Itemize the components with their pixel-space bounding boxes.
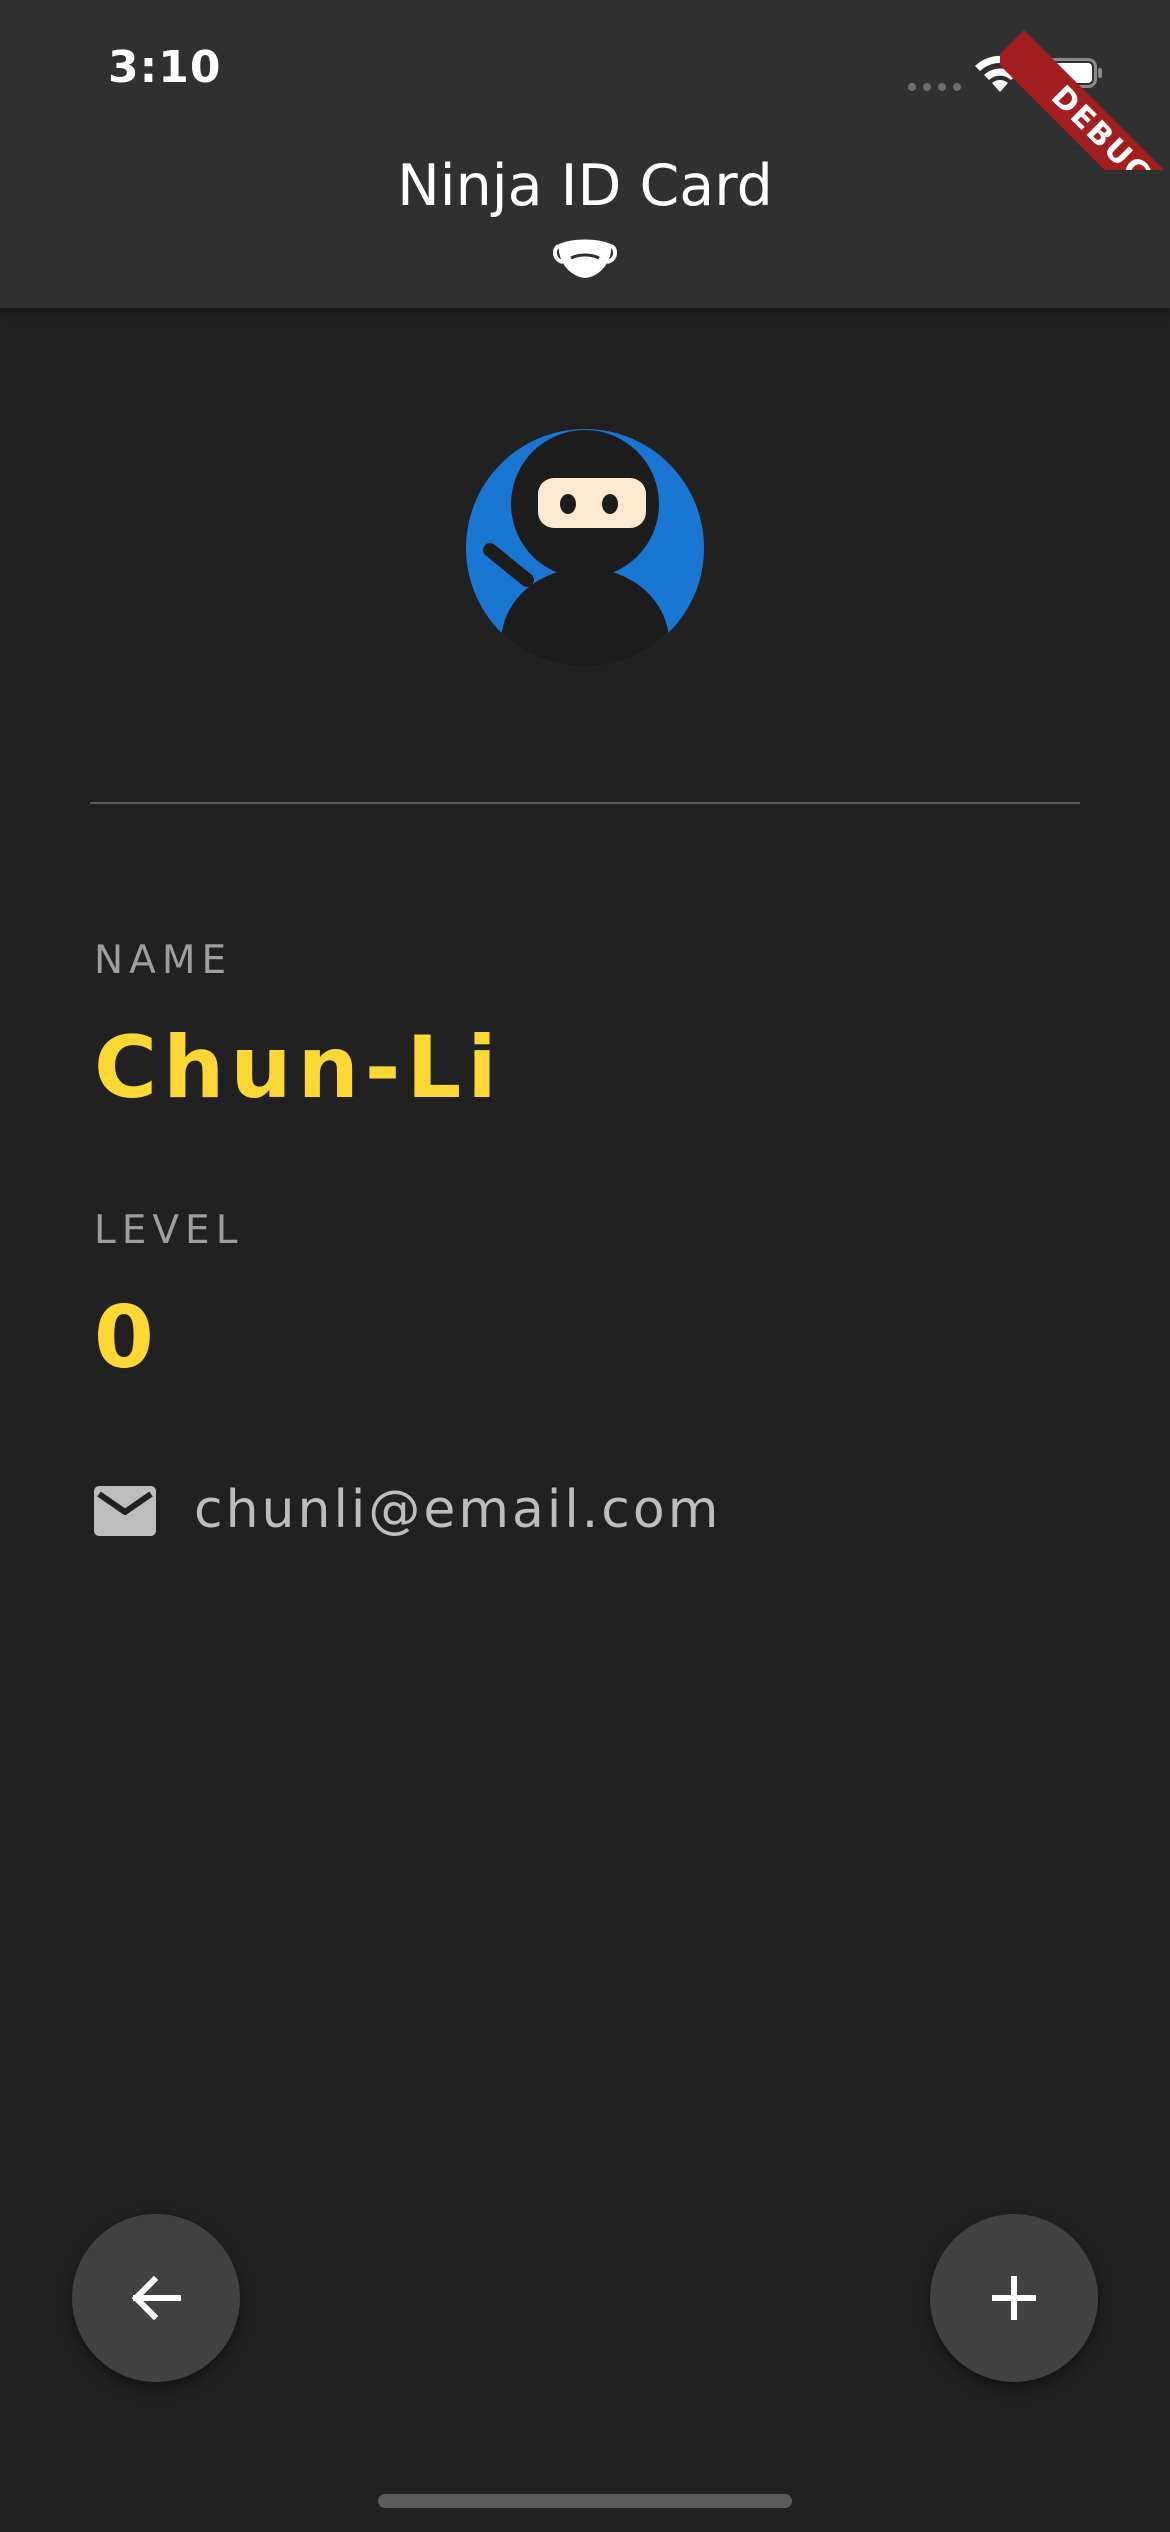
mail-icon [94, 1486, 156, 1536]
status-bar: 3:10 [0, 0, 1170, 150]
cellular-signal-icon [908, 83, 962, 91]
mask-icon [553, 239, 617, 278]
plus-icon [992, 2276, 1036, 2320]
divider [90, 802, 1080, 804]
status-time: 3:10 [108, 42, 222, 93]
add-button[interactable] [930, 2214, 1098, 2382]
debug-label: DEBUG [1000, 30, 1170, 170]
home-indicator[interactable] [378, 2494, 792, 2508]
ninja-avatar [466, 429, 704, 667]
back-button[interactable] [72, 2214, 240, 2382]
arrow-back-icon [131, 2275, 181, 2321]
page-title: Ninja ID Card [397, 153, 773, 219]
name-value: Chun-Li [94, 1018, 503, 1118]
name-label: NAME [94, 938, 233, 983]
level-label: LEVEL [94, 1208, 244, 1253]
email-text: chunli@email.com [194, 1480, 722, 1540]
debug-banner: DEBUG [1000, 0, 1170, 170]
level-value: 0 [94, 1288, 154, 1388]
